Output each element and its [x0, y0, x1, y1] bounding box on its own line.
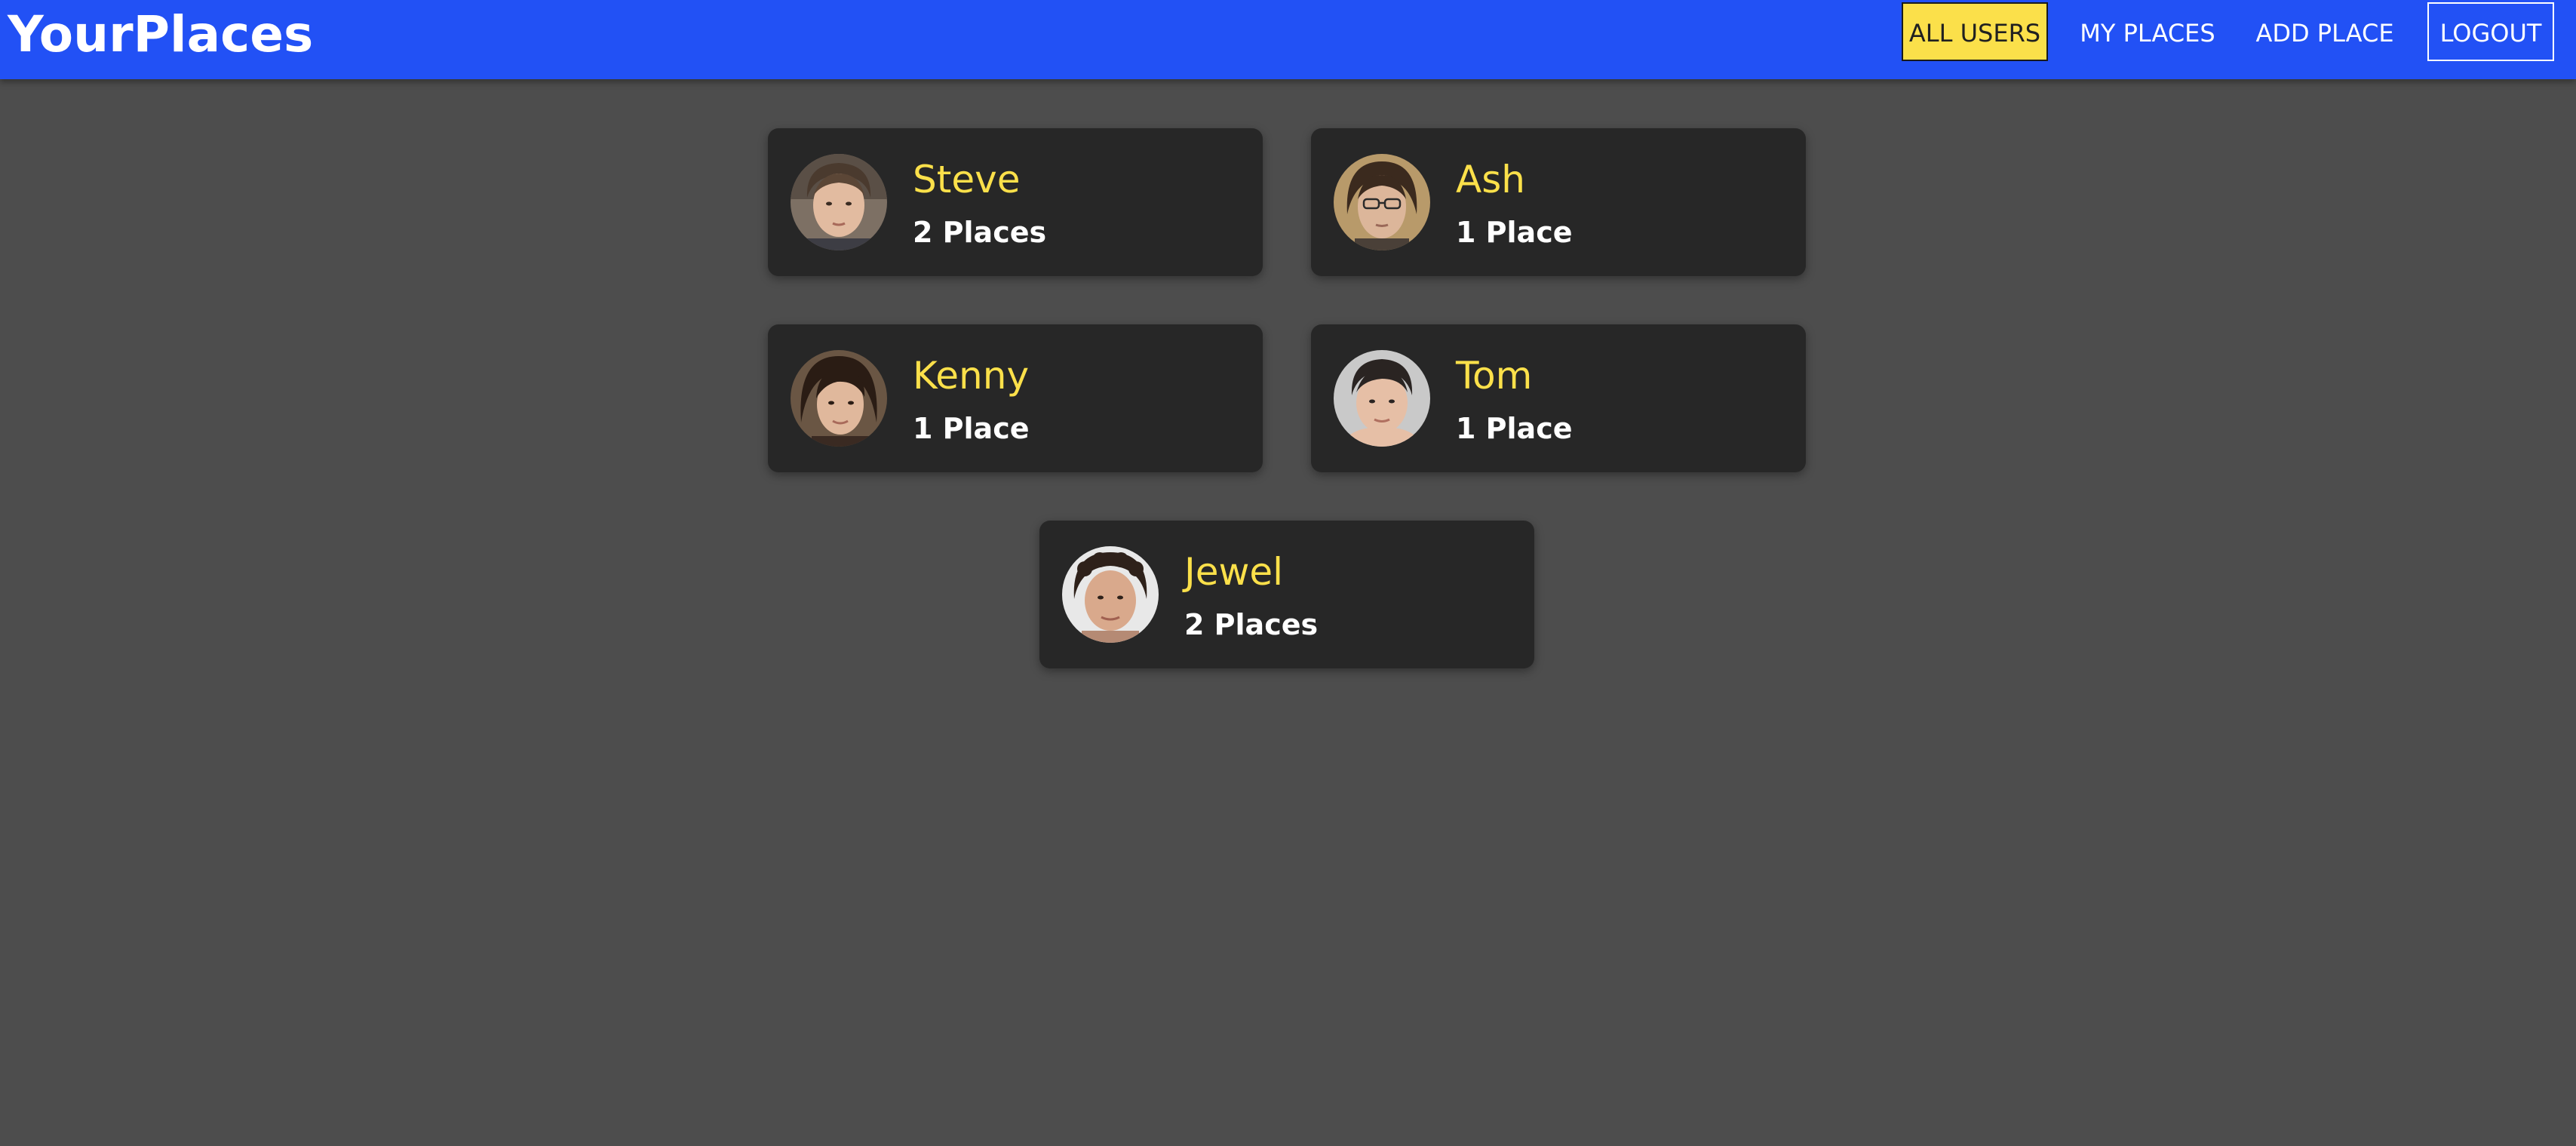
user-name: Tom: [1456, 354, 1533, 398]
user-avatar: [1334, 350, 1430, 447]
user-card-kenny[interactable]: Kenny 1 Place: [768, 324, 1263, 472]
user-card-tom[interactable]: Tom 1 Place: [1311, 324, 1806, 472]
user-avatar: [1062, 546, 1159, 643]
user-avatar: [1334, 154, 1430, 250]
user-place-count: 1 Place: [1456, 412, 1573, 445]
user-name: Ash: [1456, 158, 1525, 201]
nav-my-places-link[interactable]: MY PLACES: [2073, 2, 2222, 61]
main-header: YourPlaces ALL USERS MY PLACES ADD PLACE…: [0, 0, 2576, 79]
user-place-count: 1 Place: [1456, 216, 1573, 249]
user-name: Steve: [913, 158, 1021, 201]
user-place-count: 2 Places: [1184, 608, 1319, 641]
user-place-count: 1 Place: [913, 412, 1030, 445]
user-name: Jewel: [1184, 550, 1284, 594]
user-place-count: 2 Places: [913, 216, 1047, 249]
user-name: Kenny: [913, 354, 1030, 398]
logout-button[interactable]: LOGOUT: [2427, 2, 2554, 61]
user-card-steve[interactable]: Steve 2 Places: [768, 128, 1263, 276]
user-avatar: [791, 350, 887, 447]
user-card-ash[interactable]: Ash 1 Place: [1311, 128, 1806, 276]
user-card-jewel[interactable]: Jewel 2 Places: [1039, 521, 1534, 668]
app-logo-link[interactable]: YourPlaces: [8, 3, 313, 66]
nav-add-place-link[interactable]: ADD PLACE: [2249, 2, 2400, 61]
user-avatar: [791, 154, 887, 250]
nav-all-users-link[interactable]: ALL USERS: [1902, 2, 2048, 61]
